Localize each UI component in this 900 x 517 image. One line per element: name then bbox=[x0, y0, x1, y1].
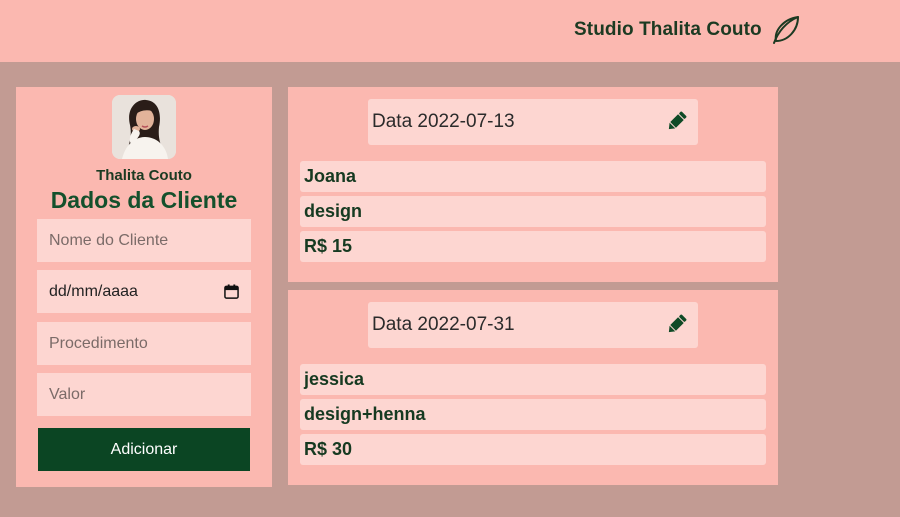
client-name-input[interactable] bbox=[37, 219, 251, 262]
add-button[interactable]: Adicionar bbox=[38, 428, 250, 471]
record-client: Joana bbox=[300, 161, 766, 192]
record-value: R$ 15 bbox=[300, 231, 766, 262]
client-form-card: Thalita Couto Dados da Cliente dd/mm/aaa… bbox=[16, 87, 272, 487]
date-input[interactable]: dd/mm/aaaa bbox=[37, 270, 251, 313]
header-bar: Studio Thalita Couto bbox=[0, 0, 900, 62]
record-procedure: design bbox=[300, 196, 766, 227]
value-input[interactable] bbox=[37, 373, 251, 416]
record-client: jessica bbox=[300, 364, 766, 395]
record-procedure: design+henna bbox=[300, 399, 766, 430]
form-title: Dados da Cliente bbox=[50, 187, 238, 213]
date-placeholder: dd/mm/aaaa bbox=[49, 282, 138, 300]
procedure-input[interactable] bbox=[37, 322, 251, 365]
record-value: R$ 30 bbox=[300, 434, 766, 465]
brand-title: Studio Thalita Couto bbox=[574, 19, 762, 40]
profile-name: Thalita Couto bbox=[96, 167, 192, 184]
edit-pencil-icon[interactable] bbox=[665, 312, 689, 336]
brand[interactable]: Studio Thalita Couto bbox=[574, 14, 802, 46]
calendar-icon[interactable] bbox=[224, 284, 239, 299]
leaf-icon bbox=[772, 16, 799, 44]
record-date: Data 2022-07-31 bbox=[372, 314, 515, 335]
edit-pencil-icon[interactable] bbox=[665, 109, 689, 133]
record-date: Data 2022-07-13 bbox=[372, 111, 515, 132]
record-card: Data 2022-07-31 jessica design+henna R$ … bbox=[288, 290, 778, 485]
record-card: Data 2022-07-13 Joana design R$ 15 bbox=[288, 87, 778, 282]
record-date-box: Data 2022-07-31 bbox=[368, 302, 698, 348]
avatar bbox=[112, 95, 176, 159]
record-date-box: Data 2022-07-13 bbox=[368, 99, 698, 145]
avatar-photo bbox=[112, 95, 176, 159]
